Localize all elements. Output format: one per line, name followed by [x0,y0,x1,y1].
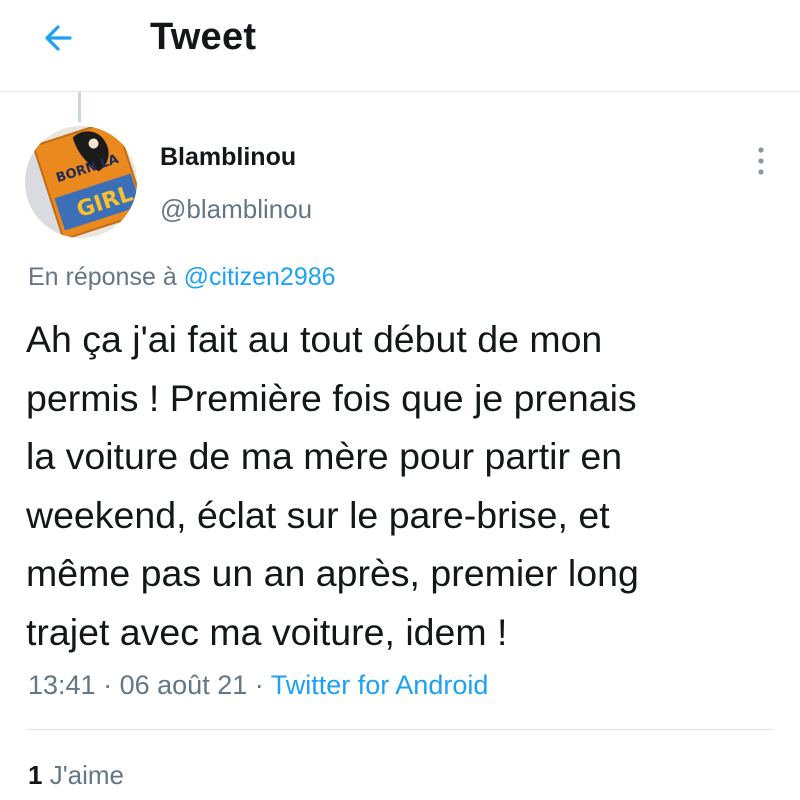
like-label: J'aime [49,760,125,790]
tweet-time: 13:41 [28,670,96,700]
top-app-bar: Tweet [0,0,800,92]
tweet-text-line: la voiture de ma mère pour partir en [26,435,623,477]
reply-mention-link[interactable]: @citizen2986 [184,263,336,291]
tweet-date: 06 août 21 [119,670,248,700]
tweet-text: Ah ça j'ai fait au tout début de mon per… [26,310,786,661]
like-count: 1 [28,760,43,790]
tweet-text-line: permis ! Première fois que je prenais [26,376,637,419]
tweet-text-line: weekend, éclat sur le pare-brise, et [26,493,610,536]
tweet-text-line: Ah ça j'ai fait au tout début de mon [26,318,603,360]
tweet-text-line: même pas un an après, premier long [26,552,639,594]
display-name[interactable]: Blamblinou [160,143,296,172]
tweet-metadata: 13:41 · 06 août 21 · Twitter for Android [28,670,488,701]
avatar[interactable]: BORN LA GIRL [25,126,137,238]
back-button[interactable] [34,16,82,60]
meta-separator: · [103,670,113,700]
more-vertical-icon [758,147,764,175]
tweet-source-link[interactable]: Twitter for Android [271,670,489,700]
reply-prefix: En réponse à [28,263,177,291]
reply-context: En réponse à @citizen2986 [28,263,336,292]
tweet-text-line: trajet avec ma voiture, idem ! [26,610,508,653]
username[interactable]: @blamblinou [160,194,312,225]
more-options-button[interactable] [746,144,776,178]
arrow-left-icon [45,25,72,51]
meta-separator: · [254,670,264,700]
likes-count-link[interactable]: 1 J'aime [28,760,124,791]
page-title: Tweet [150,16,257,58]
divider [26,729,774,730]
tweet-detail-page: Tweet BORN LA GIRL Blamblinou @blamblino… [0,0,800,800]
thread-connector-line [78,92,81,122]
